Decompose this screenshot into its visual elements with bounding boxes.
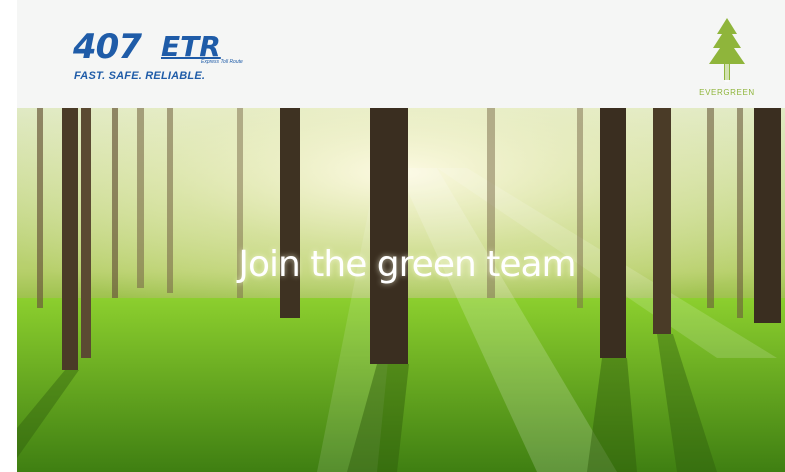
logo-subtext: Express Toll Route (201, 59, 243, 65)
hero-headline: Join the green team (238, 244, 576, 285)
hero-banner: Join the green team (17, 108, 785, 472)
page-header: 407 ETR Express Toll Route FAST. SAFE. R… (17, 0, 785, 108)
evergreen-badge: EVERGREEN (691, 16, 763, 100)
logo-tagline: FAST. SAFE. RELIABLE. (74, 70, 206, 82)
407-etr-logo[interactable]: 407 ETR Express Toll Route FAST. SAFE. R… (73, 30, 243, 90)
pine-tree-icon (709, 18, 745, 82)
logo-letters: ETR (161, 30, 221, 63)
sunlit-forest-image (17, 108, 785, 472)
evergreen-label: EVERGREEN (699, 88, 755, 97)
logo-number: 407 (73, 27, 142, 67)
